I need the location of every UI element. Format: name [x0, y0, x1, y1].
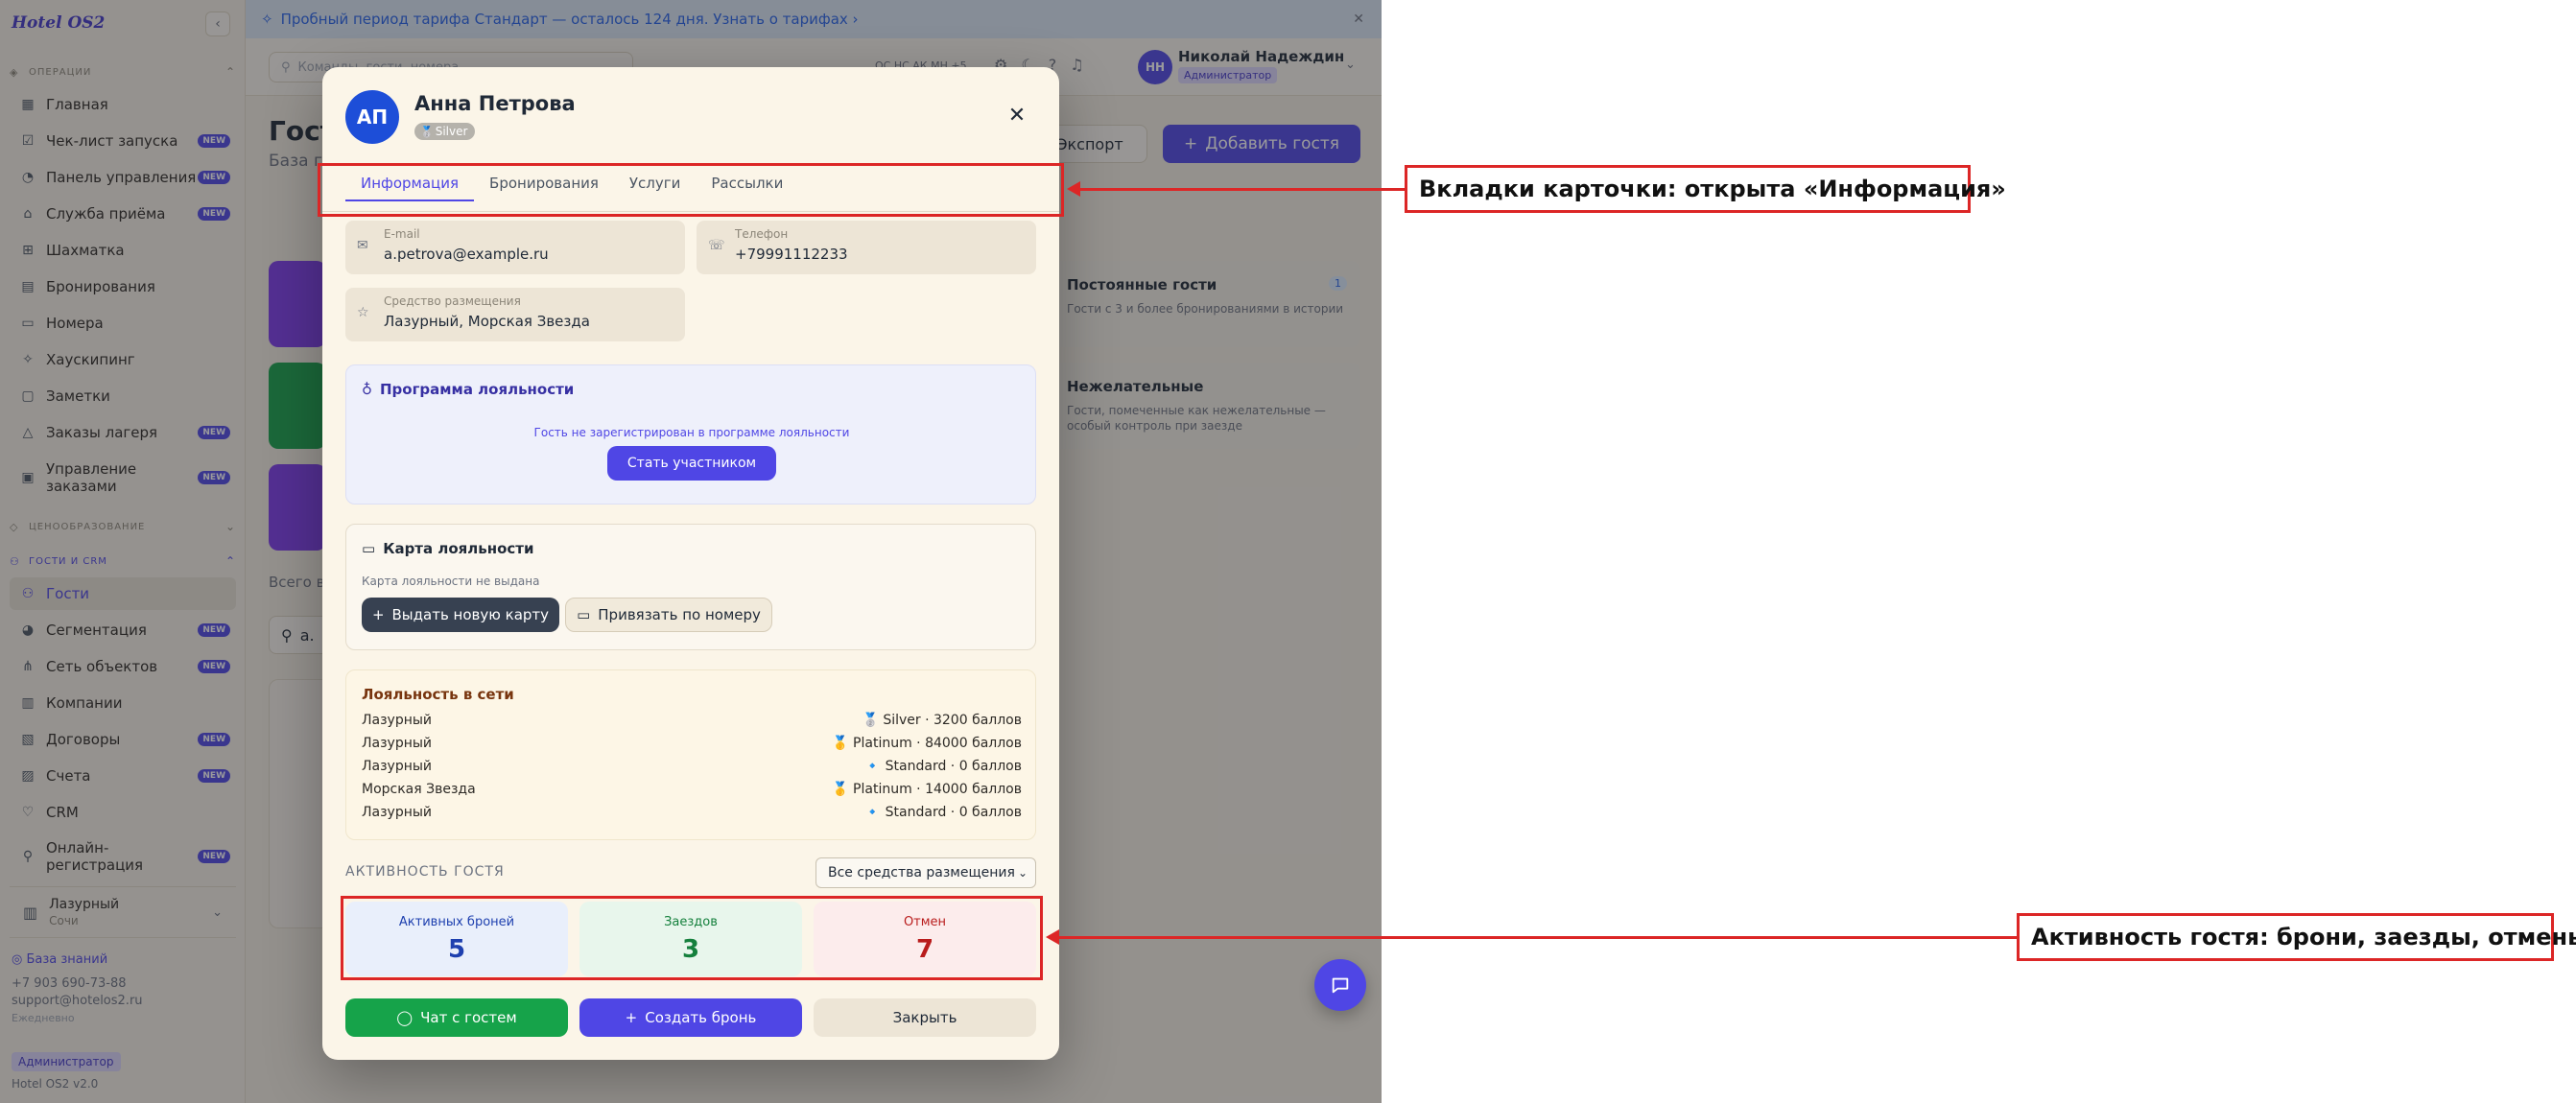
arrow-line: [1078, 188, 1405, 191]
mail-icon: ✉: [357, 238, 368, 253]
email-field[interactable]: ✉ E-mail a.petrova@example.ru: [345, 221, 685, 274]
star-icon: ☆: [357, 305, 369, 320]
guest-avatar: АП: [345, 90, 399, 144]
property-filter-select[interactable]: Все средства размещения ⌄: [815, 857, 1036, 888]
activity-title: АКТИВНОСТЬ ГОСТЯ: [345, 864, 505, 880]
close-icon[interactable]: ✕: [1004, 102, 1030, 129]
tier-badge: 🥈 Silver: [414, 123, 476, 140]
create-booking-button[interactable]: + Создать бронь: [579, 998, 802, 1037]
loyalty-program-message: Гость не зарегистрирован в программе лоя…: [533, 426, 850, 439]
medal-icon: 🥈: [420, 125, 434, 138]
tabs-highlight-box: [318, 163, 1064, 217]
guest-name: Анна Петрова: [414, 92, 576, 115]
chat-icon: ◯: [396, 1009, 414, 1026]
plus-icon: +: [625, 1009, 638, 1026]
award-icon: ♁: [362, 381, 372, 398]
chat-fab-button[interactable]: [1314, 959, 1366, 1011]
join-loyalty-button[interactable]: Стать участником: [607, 446, 776, 481]
property-field[interactable]: ☆ Средство размещения Лазурный, Морская …: [345, 288, 685, 341]
activity-highlight-box: [341, 896, 1043, 980]
phone-icon: ☏: [708, 238, 725, 253]
list-item: Лазурный 🥇 Platinum · 84000 баллов: [362, 736, 1022, 751]
list-item: Лазурный 🔹 Standard · 0 баллов: [362, 759, 1022, 774]
tabs-callout: Вкладки карточки: открыта «Информация»: [1405, 165, 2006, 213]
list-item: Лазурный 🥈 Silver · 3200 баллов: [362, 713, 1022, 728]
loyalty-card-panel: ▭ Карта лояльности Карта лояльности не вы…: [345, 524, 1036, 650]
card-icon: ▭: [577, 606, 591, 623]
loyalty-program-panel: ♁ Программа лояльности Гость не зарегистр…: [345, 364, 1036, 505]
plus-icon: +: [371, 606, 385, 623]
network-loyalty-panel: Лояльность в сети Лазурный 🥈 Silver · 32…: [345, 669, 1036, 840]
arrow-line: [1057, 936, 2017, 939]
chat-with-guest-button[interactable]: ◯ Чат с гостем: [345, 998, 568, 1037]
list-item: Морская Звезда 🥇 Platinum · 14000 баллов: [362, 782, 1022, 797]
card-icon: ▭: [362, 540, 376, 557]
loyalty-card-message: Карта лояльности не выдана: [362, 575, 540, 588]
chevron-down-icon: ⌄: [1017, 866, 1028, 880]
issue-card-button[interactable]: + Выдать новую карту: [362, 598, 559, 632]
activity-callout: Активность гостя: брони, заезды, отмены: [2017, 913, 2576, 961]
phone-field[interactable]: ☏ Телефон +79991112233: [697, 221, 1036, 274]
close-button[interactable]: Закрыть: [814, 998, 1036, 1037]
list-item: Лазурный 🔹 Standard · 0 баллов: [362, 805, 1022, 820]
chat-icon: [1332, 977, 1349, 994]
bind-card-button[interactable]: ▭ Привязать по номеру: [565, 598, 772, 632]
